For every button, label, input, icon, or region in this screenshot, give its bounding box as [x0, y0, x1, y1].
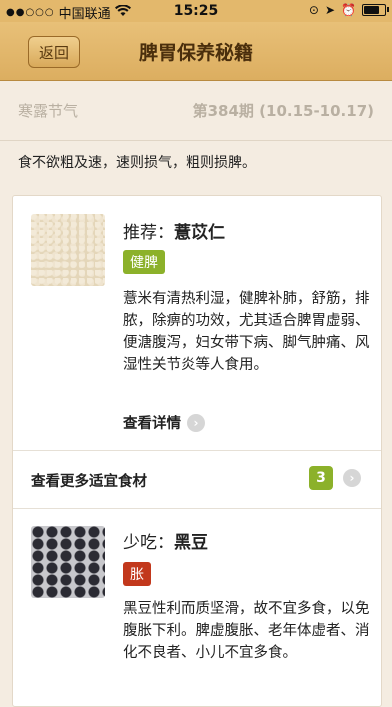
- location-icon: ➤: [324, 3, 336, 17]
- recommend-prefix: 推荐：: [123, 223, 174, 243]
- issue-number: 第384期 (10.15-10.17): [192, 102, 374, 120]
- nav-bar: 返回 脾胃保养秘籍: [0, 22, 392, 81]
- recommend-tag: 健脾: [123, 250, 165, 274]
- solar-term-row: 寒露节气 第384期 (10.15-10.17): [0, 80, 392, 141]
- chevron-right-icon: ›: [187, 413, 205, 432]
- health-saying: 食不欲粗及速，速则损气，粗则损脾。: [18, 155, 256, 171]
- status-right: ⊙ ➤ ⏰: [308, 3, 389, 17]
- battery-fill: [364, 6, 380, 14]
- black-bean-image[interactable]: [31, 526, 105, 598]
- view-details-link[interactable]: 查看详情 ›: [123, 412, 205, 433]
- view-details-label: 查看详情: [123, 416, 181, 432]
- more-foods-count-badge: 3: [309, 466, 333, 490]
- food-card: 推荐：薏苡仁 健脾 薏米有清热利湿，健脾补肺，舒筋，排脓，除痹的功效，尤其适合脾…: [12, 195, 382, 707]
- status-bar: ●●○○○ 中国联通 15:25 ⊙ ➤ ⏰: [0, 0, 392, 22]
- avoid-food: 黑豆: [174, 533, 208, 553]
- recommend-title: 推荐：薏苡仁: [123, 218, 225, 243]
- recommend-description: 薏米有清热利湿，健脾补肺，舒筋，排脓，除痹的功效，尤其适合脾胃虚弱、便溏腹泻，妇…: [123, 291, 370, 373]
- avoid-tag: 胀: [123, 562, 151, 586]
- rotation-lock-icon: ⊙: [308, 3, 319, 17]
- more-foods-link[interactable]: 查看更多适宜食材: [31, 470, 147, 491]
- avoid-title: 少吃：黑豆: [123, 528, 208, 553]
- recommend-food: 薏苡仁: [174, 223, 225, 243]
- solar-term: 寒露节气: [18, 102, 79, 120]
- coix-seed-image[interactable]: [31, 214, 105, 286]
- avoid-description: 黑豆性利而质坚滑，故不宜多食，以免腹胀下利。脾虚腹胀、老年体虚者、消化不良者、小…: [123, 601, 370, 661]
- avoid-prefix: 少吃：: [123, 533, 174, 553]
- chevron-right-icon[interactable]: ›: [343, 469, 361, 487]
- alarm-icon: ⏰: [341, 3, 356, 17]
- battery-icon: [362, 4, 389, 16]
- divider: [13, 508, 381, 509]
- divider: [13, 450, 381, 451]
- page-title: 脾胃保养秘籍: [138, 42, 253, 64]
